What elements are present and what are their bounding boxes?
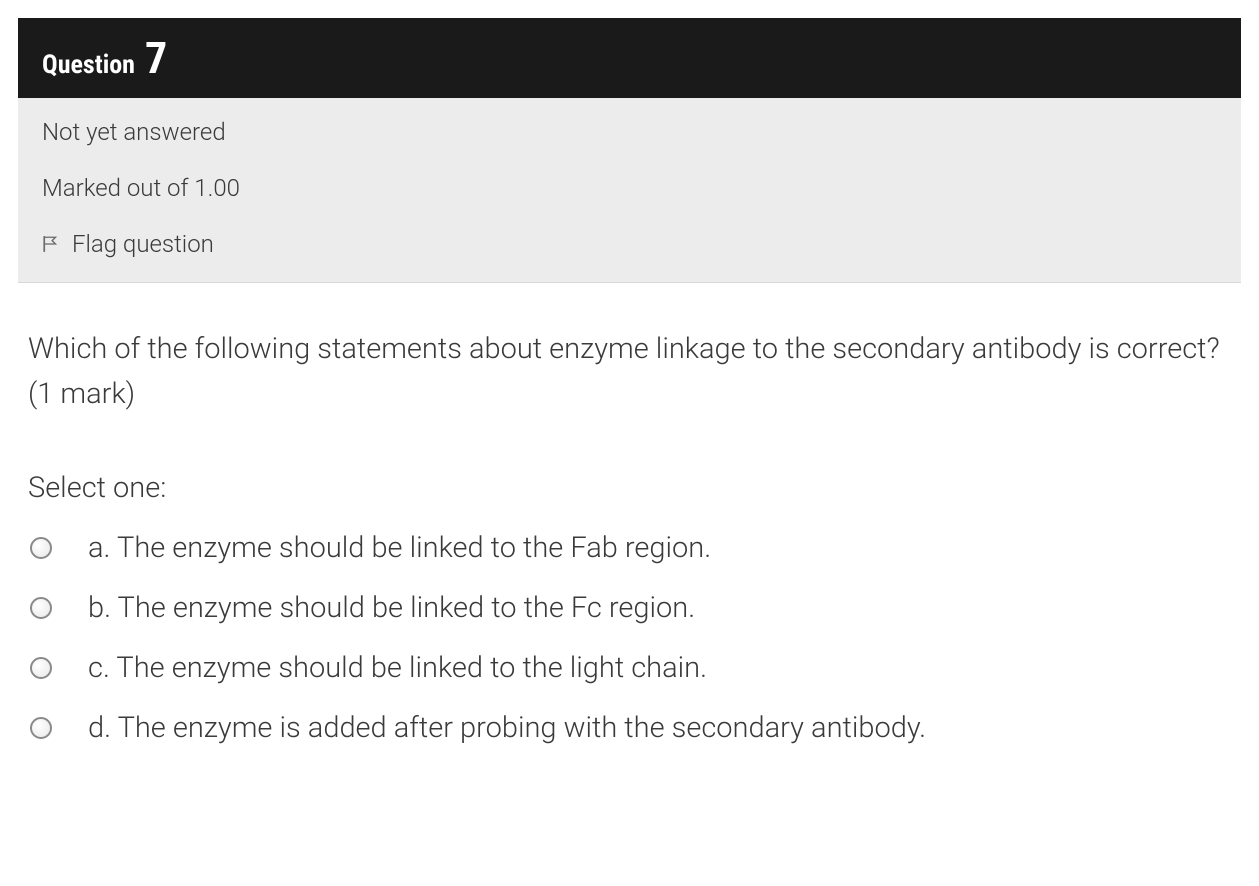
option-text: d. The enzyme is added after probing wit…: [88, 711, 926, 745]
radio-icon: [30, 597, 52, 619]
select-prompt: Select one:: [28, 471, 1231, 505]
options-list: a. The enzyme should be linked to the Fa…: [28, 531, 1231, 745]
question-number: 7: [145, 36, 167, 80]
option-text: c. The enzyme should be linked to the li…: [88, 651, 707, 685]
question-label: Question: [42, 50, 135, 80]
question-header: Question 7: [18, 18, 1241, 98]
question-meta: Not yet answered Marked out of 1.00 Flag…: [18, 98, 1241, 283]
flag-icon: [42, 235, 60, 253]
option-b[interactable]: b. The enzyme should be linked to the Fc…: [28, 591, 1231, 625]
option-text: b. The enzyme should be linked to the Fc…: [88, 591, 695, 625]
question-text: Which of the following statements about …: [28, 327, 1231, 417]
status-text: Not yet answered: [42, 118, 1217, 146]
option-d[interactable]: d. The enzyme is added after probing wit…: [28, 711, 1231, 745]
radio-icon: [30, 537, 52, 559]
option-text: a. The enzyme should be linked to the Fa…: [88, 531, 711, 565]
radio-icon: [30, 717, 52, 739]
question-container: Question 7 Not yet answered Marked out o…: [18, 18, 1241, 755]
question-content: Which of the following statements about …: [18, 283, 1241, 755]
marks-text: Marked out of 1.00: [42, 174, 1217, 202]
radio-icon: [30, 657, 52, 679]
option-a[interactable]: a. The enzyme should be linked to the Fa…: [28, 531, 1231, 565]
flag-question-button[interactable]: Flag question: [42, 230, 1217, 258]
option-c[interactable]: c. The enzyme should be linked to the li…: [28, 651, 1231, 685]
flag-label: Flag question: [72, 230, 214, 258]
